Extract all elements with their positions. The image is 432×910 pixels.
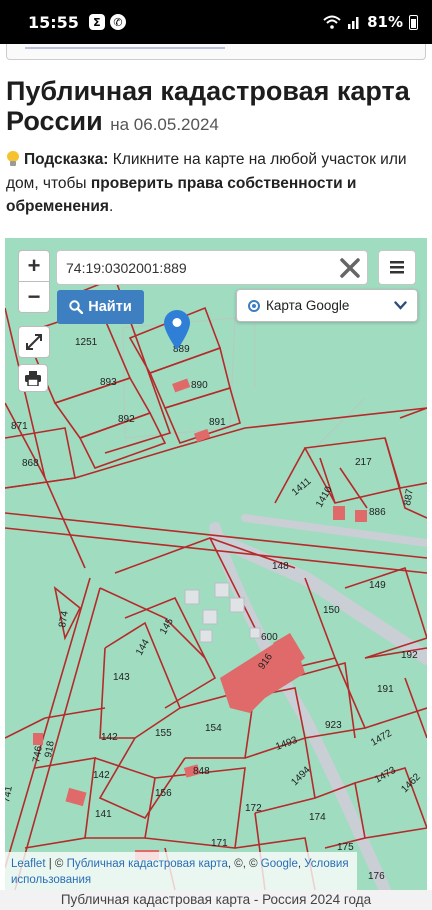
hint-end: . xyxy=(108,198,114,215)
parcel-label: 141 xyxy=(95,809,112,820)
signal-icon xyxy=(348,17,359,29)
parcel-label: 868 xyxy=(22,458,39,469)
hint-label: Подсказка: xyxy=(24,151,109,168)
parcel-label: 1472 xyxy=(369,728,394,749)
find-button-label: Найти xyxy=(88,299,132,315)
wifi-icon xyxy=(323,15,341,29)
parcel-label: 1411 xyxy=(290,476,314,499)
parcel-label: 145 xyxy=(158,616,176,636)
clear-search-icon[interactable] xyxy=(339,257,361,279)
parcel-label: 143 xyxy=(113,672,130,683)
print-button[interactable] xyxy=(18,364,48,392)
status-bar: 15:55 Σ ✆ 81% xyxy=(0,0,432,44)
printer-icon xyxy=(25,370,41,386)
parcel-label: 600 xyxy=(261,632,278,643)
hint: Подсказка: Кликните на карте на любой уч… xyxy=(6,148,426,219)
top-banner[interactable] xyxy=(6,44,426,60)
parcel-label: 191 xyxy=(377,684,394,695)
parcel-label: 923 xyxy=(325,720,342,731)
parcel-label: 874 xyxy=(57,610,71,629)
parcel-label: 144 xyxy=(134,637,152,657)
parcel-label: 192 xyxy=(401,650,418,661)
parcel-label: 1251 xyxy=(75,337,98,348)
radio-selected-icon xyxy=(248,299,260,312)
layer-select-value: Карта Google xyxy=(266,298,350,313)
chevron-down-icon xyxy=(394,301,407,310)
date-prefix: на xyxy=(110,115,130,134)
cadastral-source-link[interactable]: Публичная кадастровая карта xyxy=(67,858,228,870)
parcel-label: 1493 xyxy=(274,735,299,753)
leaflet-link[interactable]: Leaflet xyxy=(11,858,46,870)
road-top xyxy=(241,514,427,547)
parcel-label: 887 xyxy=(402,488,416,507)
parcel-label: 890 xyxy=(191,380,208,391)
expand-icon xyxy=(26,334,42,350)
parcel-label: 156 xyxy=(155,788,172,799)
zoom-out-button[interactable]: − xyxy=(18,281,50,313)
page-footer: Публичная кадастровая карта - Россия 202… xyxy=(0,890,432,910)
search-icon xyxy=(69,300,84,314)
parcel-label: 217 xyxy=(355,457,372,468)
hamburger-menu-icon xyxy=(390,261,404,274)
zoom-in-button[interactable]: + xyxy=(18,250,50,282)
light-edges xyxy=(122,296,366,459)
parcel-label: 918 xyxy=(43,740,57,759)
notification-icons: Σ ✆ xyxy=(88,14,126,30)
status-time: 15:55 xyxy=(28,12,79,32)
parcel-label: 148 xyxy=(272,561,289,572)
parcel-label: 886 xyxy=(369,507,386,518)
find-button[interactable]: Найти xyxy=(57,290,144,324)
parcel-label: 176 xyxy=(368,871,385,882)
status-indicators: 81% xyxy=(323,13,418,31)
page-date: на 06.05.2024 xyxy=(110,115,219,134)
date-value: 06.05.2024 xyxy=(133,115,219,134)
banner-link-line xyxy=(25,47,225,49)
parcel-label: 155 xyxy=(155,728,172,739)
parcel-label: 892 xyxy=(118,414,135,425)
parcel-label: 848 xyxy=(193,766,210,777)
parcel-label: 893 xyxy=(100,377,117,388)
battery-icon xyxy=(409,14,418,30)
menu-button[interactable] xyxy=(378,250,416,285)
google-link[interactable]: Google xyxy=(261,858,298,870)
attr-sep1: | © xyxy=(45,858,67,870)
parcel-label: 149 xyxy=(369,580,386,591)
parcel-label: 171 xyxy=(211,838,228,849)
parcel-label: 150 xyxy=(323,605,340,616)
sigma-app-icon: Σ xyxy=(88,14,105,30)
buildings xyxy=(33,378,367,860)
page-title: Публичная кадастровая карта России на 06… xyxy=(6,76,426,140)
parcel-label: 741 xyxy=(5,785,15,804)
map-parcels-layer[interactable]: 1251889893 890892 891871868 2171411 14108868… xyxy=(5,238,427,890)
map-layer-select[interactable]: Карта Google xyxy=(236,289,418,322)
parcel-label: 142 xyxy=(101,732,118,743)
cadastral-search-input[interactable]: 74:19:0302001:889 xyxy=(56,250,368,285)
parcel-label: 154 xyxy=(205,723,222,734)
parcel-label: 142 xyxy=(93,770,110,781)
parcel-label: 891 xyxy=(209,417,226,428)
parcel-label: 1462 xyxy=(399,771,423,795)
parcel-label: 1473 xyxy=(373,765,398,786)
parcel-label: 871 xyxy=(11,421,28,432)
fullscreen-button[interactable] xyxy=(18,326,50,358)
battery-percent: 81% xyxy=(367,13,403,31)
cadastral-map[interactable]: 1251 889 893 890 892 891 871 868 217 1411 1410 886 8… xyxy=(5,238,427,890)
map-attribution: Leaflet | © Публичная кадастровая карта,… xyxy=(5,852,357,890)
lightbulb-icon xyxy=(6,151,20,166)
search-value: 74:19:0302001:889 xyxy=(66,259,187,276)
parcel-label: 172 xyxy=(245,803,262,814)
location-pin-icon[interactable] xyxy=(164,310,190,350)
whatsapp-icon: ✆ xyxy=(109,14,126,30)
parcel-label: 174 xyxy=(309,812,326,823)
attr-sep2: , ©, © xyxy=(227,858,261,870)
